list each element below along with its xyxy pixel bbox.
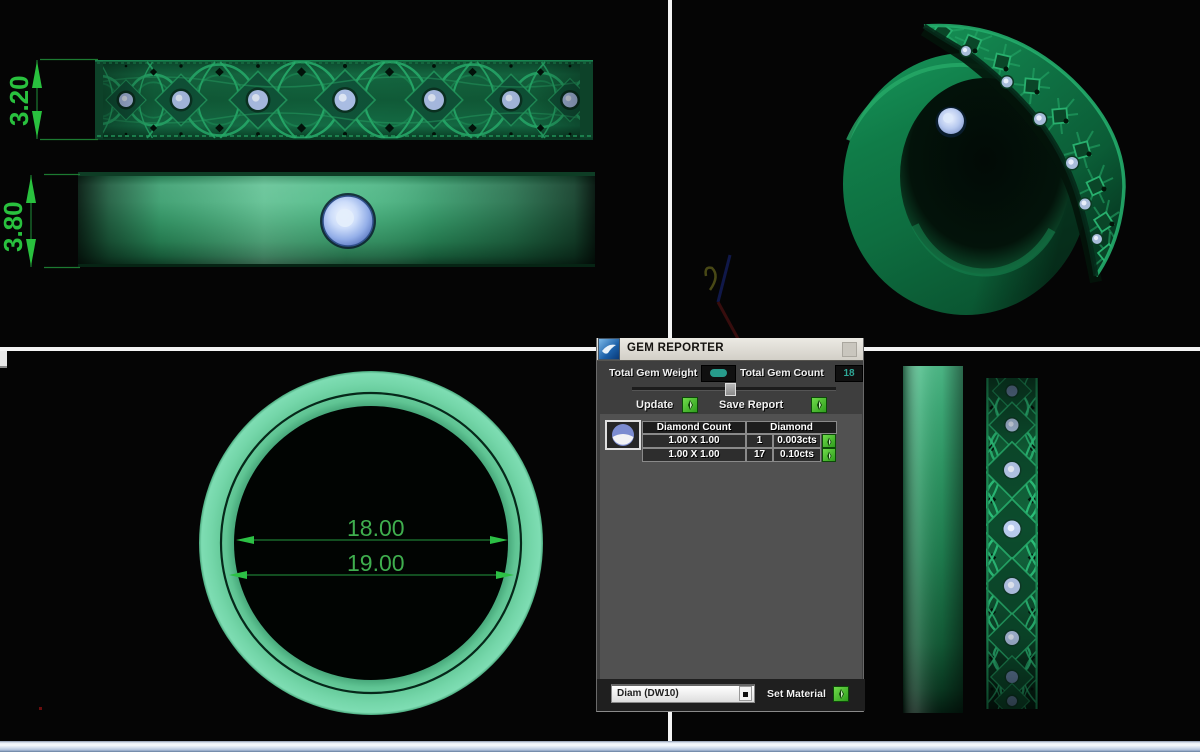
svg-text:3.20: 3.20 — [4, 75, 34, 126]
svg-text:19.00: 19.00 — [347, 550, 405, 576]
svg-text:3.80: 3.80 — [0, 201, 28, 252]
svg-text:18.00: 18.00 — [347, 515, 405, 541]
